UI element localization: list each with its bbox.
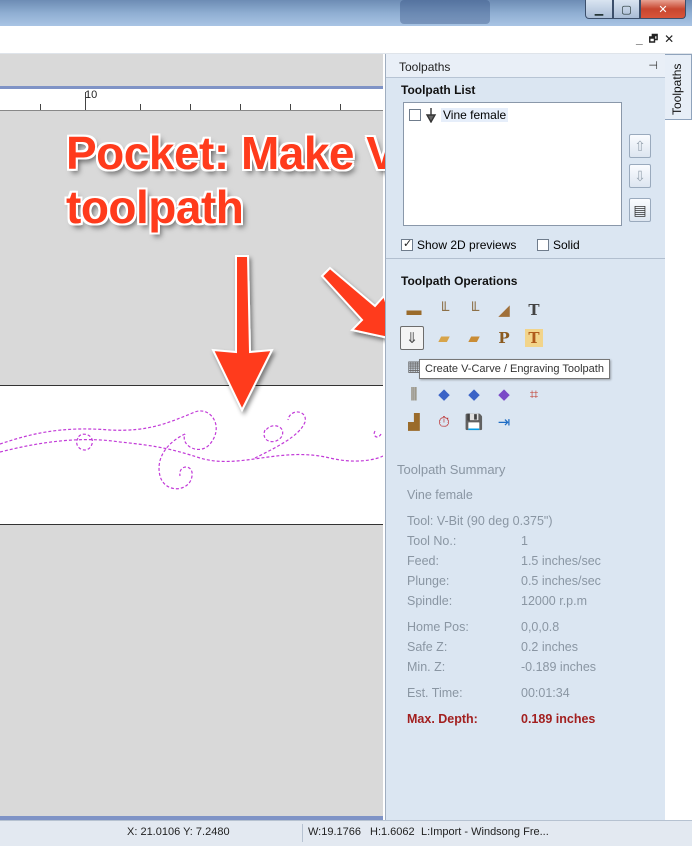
section-divider — [386, 258, 666, 259]
summary-label: Plunge: — [407, 574, 450, 588]
summary-label: Home Pos: — [407, 620, 469, 634]
show-2d-previews-label: Show 2D previews — [417, 238, 517, 252]
toolpath-list[interactable]: Vine female — [403, 102, 622, 226]
summary-value: 0.189 inches — [521, 712, 596, 726]
show-2d-previews-row[interactable]: Show 2D previews — [401, 237, 517, 252]
status-bar: X: 21.0106 Y: 7.2480 W:19.1766 H:1.6062 … — [0, 820, 692, 846]
summary-value: 0.2 inches — [521, 640, 578, 654]
drill-icon[interactable]: ╙ — [462, 298, 486, 322]
down-arrow — [211, 255, 274, 413]
selection-width: W:19.1766 — [308, 826, 362, 838]
tiling-icon[interactable]: ⌗ — [522, 382, 546, 406]
toolpath-visibility-checkbox[interactable] — [409, 109, 421, 121]
solid-checkbox[interactable] — [537, 239, 549, 251]
summary-label: Max. Depth: — [407, 712, 478, 726]
tab-toolpaths[interactable]: Toolpaths — [665, 54, 692, 120]
summary-value: 12000 r.p.m — [521, 594, 588, 608]
current-layer: L:Import - Windsong Fre... — [421, 826, 549, 838]
merge-toolpath-icon[interactable]: ⇥ — [492, 410, 516, 434]
summary-label: Feed: — [407, 554, 439, 568]
cursor-coordinates: X: 21.0106 Y: 7.2480 — [127, 826, 230, 838]
inlay-icon[interactable]: P — [492, 326, 516, 350]
material-setup-icon[interactable]: ▟ — [402, 410, 426, 434]
selection-height: H:1.6062 — [370, 826, 415, 838]
vcarve-icon[interactable]: ⇓ — [400, 326, 424, 350]
3d-profile-icon[interactable]: ◆ — [492, 382, 516, 406]
panel-title: Toolpaths — [399, 60, 451, 74]
summary-value: 1 — [521, 534, 528, 548]
right-dock-strip — [665, 120, 692, 820]
summary-label: Min. Z: — [407, 660, 446, 674]
pin-icon[interactable]: ⊣ — [648, 59, 658, 72]
fluting-icon[interactable]: ⫼ — [402, 382, 426, 406]
toolpaths-panel: Toolpaths ⊣ Toolpath List Vine female ⇧ … — [385, 54, 666, 820]
text-icon[interactable]: T — [522, 298, 546, 322]
vcarve-tooltip: Create V-Carve / Engraving Toolpath — [419, 359, 610, 379]
move-up-button[interactable]: ⇧ — [629, 134, 651, 158]
vbit-icon — [425, 108, 437, 123]
summary-heading: Toolpath Summary — [397, 462, 506, 477]
summary-value: 0.5 inches/sec — [521, 574, 601, 588]
summary-value: 00:01:34 — [521, 686, 570, 700]
save-toolpath-icon[interactable]: 💾 — [462, 410, 486, 434]
solid-label: Solid — [553, 238, 580, 252]
time-estimate-icon[interactable]: ⏱ — [432, 410, 456, 434]
tab-toolpaths-label: Toolpaths — [670, 63, 684, 115]
solid-row[interactable]: Solid — [537, 238, 580, 252]
profile-icon[interactable]: ▬ — [402, 298, 426, 322]
roughing-icon[interactable]: ◆ — [432, 382, 456, 406]
summary-value: 0,0,0.8 — [521, 620, 560, 634]
finishing-icon[interactable]: ◆ — [462, 382, 486, 406]
texture-icon[interactable]: T — [525, 329, 543, 347]
list-item[interactable]: Vine female — [409, 107, 509, 123]
summary-label: Spindle: — [407, 594, 453, 608]
flute-icon[interactable]: ▰ — [462, 326, 486, 350]
summary-tool: Tool: V-Bit (90 deg 0.375") — [407, 514, 553, 528]
toolpath-operations-heading: Toolpath Operations — [401, 274, 518, 288]
summary-label: Est. Time: — [407, 686, 463, 700]
move-down-button[interactable]: ⇩ — [629, 164, 651, 188]
pocket-icon[interactable]: ╙ — [432, 298, 456, 322]
status-separator — [302, 824, 303, 842]
panel-header: Toolpaths ⊣ — [386, 54, 666, 78]
summary-label: Safe Z: — [407, 640, 448, 654]
summary-value: -0.189 inches — [521, 660, 597, 674]
summary-label: Tool No.: — [407, 534, 457, 548]
show-2d-previews-checkbox[interactable] — [401, 237, 413, 251]
toolpath-name: Vine female — [441, 108, 509, 122]
prism-icon[interactable]: ▰ — [432, 326, 456, 350]
summary-value: 1.5 inches/sec — [521, 554, 601, 568]
toolpath-list-heading: Toolpath List — [401, 83, 476, 97]
summary-toolpath-name: Vine female — [407, 488, 473, 502]
chamfer-icon[interactable]: ◢ — [492, 298, 516, 322]
toolpath-sheet-button[interactable]: ▤ — [629, 198, 651, 222]
